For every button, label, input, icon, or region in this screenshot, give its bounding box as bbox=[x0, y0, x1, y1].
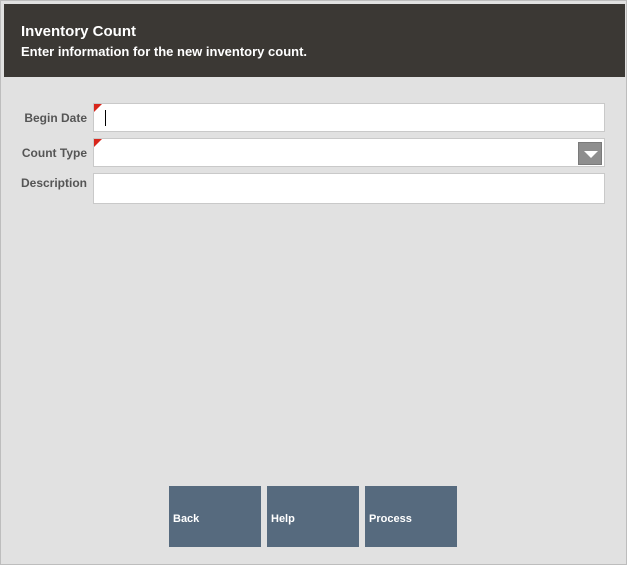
required-indicator bbox=[94, 139, 102, 147]
page-title: Inventory Count bbox=[21, 23, 136, 40]
required-indicator bbox=[94, 104, 102, 112]
begin-date-label: Begin Date bbox=[24, 111, 87, 125]
count-type-select[interactable] bbox=[93, 138, 605, 167]
help-button[interactable]: Help bbox=[267, 486, 359, 547]
back-button[interactable]: Back bbox=[169, 486, 261, 547]
chevron-down-icon[interactable] bbox=[578, 142, 602, 165]
process-button[interactable]: Process bbox=[365, 486, 457, 547]
page-header: Inventory Count Enter information for th… bbox=[4, 4, 625, 77]
page-instructions: Enter information for the new inventory … bbox=[21, 44, 308, 59]
count-type-label: Count Type bbox=[21, 146, 87, 160]
begin-date-field[interactable] bbox=[93, 103, 605, 132]
text-cursor bbox=[105, 110, 106, 126]
description-field[interactable] bbox=[93, 173, 605, 204]
description-label: Description bbox=[20, 176, 87, 190]
app-window: Inventory Count Enter information for th… bbox=[0, 0, 627, 565]
